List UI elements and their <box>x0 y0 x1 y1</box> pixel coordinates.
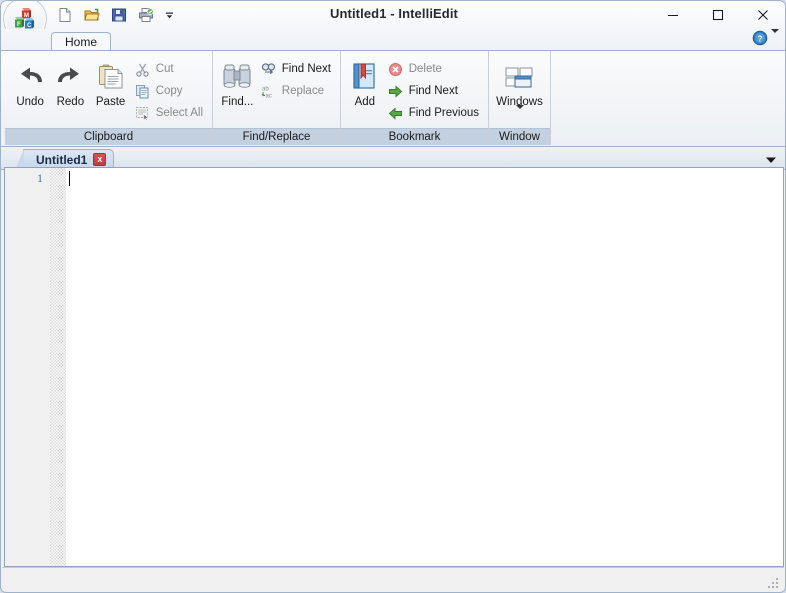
chevron-down-icon <box>771 28 779 47</box>
bookmark-small-buttons: Delete Find Next Find Previous <box>384 55 483 124</box>
undo-label: Undo <box>16 96 44 108</box>
bookmark-delete-button[interactable]: Delete <box>384 58 483 80</box>
chevron-down-icon <box>515 105 524 123</box>
ribbon-group-bookmark: Add Delete Find Next Find Previous Bookm… <box>341 51 489 145</box>
chevron-down-icon <box>766 157 776 163</box>
close-button[interactable] <box>740 1 785 29</box>
delete-icon <box>388 61 404 77</box>
title-bar: M F C Untitled1 - IntelliEdit <box>1 1 785 41</box>
window-controls <box>650 1 785 29</box>
ribbon: Undo Redo Paste Cut Copy Select All Clip… <box>1 51 785 147</box>
bookmark-find-previous-button[interactable]: Find Previous <box>384 102 483 124</box>
bookmark-find-previous-label: Find Previous <box>408 107 479 119</box>
bookmark-find-next-button[interactable]: Find Next <box>384 80 483 102</box>
paste-icon <box>95 59 127 93</box>
windows-button[interactable]: Windows <box>494 55 545 123</box>
redo-label: Redo <box>56 96 85 108</box>
clipboard-small-buttons: Cut Copy Select All <box>131 55 207 124</box>
document-tab-close-button[interactable]: x <box>93 153 107 166</box>
find-label: Find... <box>221 96 254 108</box>
maximize-icon <box>712 9 723 21</box>
svg-text:F: F <box>17 22 21 28</box>
group-caption-clipboard: Clipboard <box>5 128 212 145</box>
bookmark-add-label: Add <box>354 96 376 108</box>
undo-icon <box>14 59 46 93</box>
arrow-right-green-icon <box>388 83 404 99</box>
document-tab-untitled1[interactable]: Untitled1 x <box>14 149 115 170</box>
redo-icon <box>54 59 86 93</box>
tab-home-label: Home <box>65 34 98 49</box>
find-button[interactable]: Find... <box>218 55 257 108</box>
bookmark-add-icon <box>350 59 380 93</box>
ribbon-empty-space <box>551 51 785 146</box>
minimize-icon <box>667 15 678 16</box>
paste-button[interactable]: Paste <box>90 55 130 108</box>
ribbon-group-window: Windows Window <box>489 51 551 145</box>
maximize-button[interactable] <box>695 1 740 29</box>
select-all-label: Select All <box>155 107 204 119</box>
svg-text:ac: ac <box>266 93 272 99</box>
bookmark-find-next-label: Find Next <box>408 85 458 97</box>
help-icon: ? <box>752 30 768 46</box>
minimize-button[interactable] <box>650 1 695 29</box>
arrow-left-green-icon <box>388 105 404 121</box>
replace-button[interactable]: ab ac Replace <box>257 80 335 102</box>
undo-button[interactable]: Undo <box>10 55 50 108</box>
group-caption-find-replace: Find/Replace <box>213 128 340 145</box>
replace-label: Replace <box>281 85 324 97</box>
redo-button[interactable]: Redo <box>50 55 90 108</box>
text-caret <box>69 171 70 186</box>
bookmark-add-button[interactable]: Add <box>346 55 384 108</box>
help-dropdown-button[interactable] <box>771 28 779 47</box>
select-all-button[interactable]: Select All <box>131 102 207 124</box>
help-button[interactable]: ? <box>752 30 768 49</box>
document-tab-label: Untitled1 <box>36 152 88 167</box>
group-caption-bookmark: Bookmark <box>341 128 488 145</box>
svg-text:ab: ab <box>262 86 269 92</box>
group-caption-window: Window <box>489 128 550 145</box>
find-replace-small-buttons: Find Next ab ac Replace <box>257 55 335 102</box>
find-next-icon <box>261 61 277 77</box>
text-content-area[interactable] <box>66 168 783 566</box>
editor-area[interactable]: 1 <box>4 167 784 567</box>
windows-dropdown-arrow[interactable] <box>515 105 524 123</box>
find-next-button[interactable]: Find Next <box>257 58 335 80</box>
replace-icon: ab ac <box>261 83 277 99</box>
copy-button[interactable]: Copy <box>131 80 207 102</box>
close-icon <box>757 10 768 20</box>
status-bar <box>2 567 784 591</box>
document-tab-list-button[interactable] <box>765 153 777 167</box>
windows-tile-icon <box>503 59 537 93</box>
cut-button[interactable]: Cut <box>131 58 207 80</box>
bookmark-delete-label: Delete <box>408 63 442 75</box>
cut-label: Cut <box>155 63 174 75</box>
ribbon-group-clipboard: Undo Redo Paste Cut Copy Select All Clip… <box>5 51 213 145</box>
svg-text:?: ? <box>757 33 762 43</box>
help-area: ? <box>752 28 779 49</box>
application-window: M F C Untitled1 - IntelliEdit Home ? Und… <box>0 0 786 593</box>
bookmark-margin[interactable] <box>50 168 66 566</box>
ribbon-tab-strip: Home ? <box>1 28 785 51</box>
find-next-label: Find Next <box>281 63 331 75</box>
copy-label: Copy <box>155 85 183 97</box>
binoculars-icon <box>220 59 254 93</box>
line-number: 1 <box>37 171 43 185</box>
line-number-gutter: 1 <box>5 168 50 566</box>
tab-home[interactable]: Home <box>51 32 112 50</box>
ribbon-group-find-replace: Find... Find Next ab ac Replace Find/Rep… <box>213 51 341 145</box>
paste-label: Paste <box>95 96 126 108</box>
resize-grip-icon[interactable] <box>768 576 780 588</box>
cut-icon <box>135 61 151 77</box>
select-all-icon <box>135 105 151 121</box>
copy-icon <box>135 83 151 99</box>
